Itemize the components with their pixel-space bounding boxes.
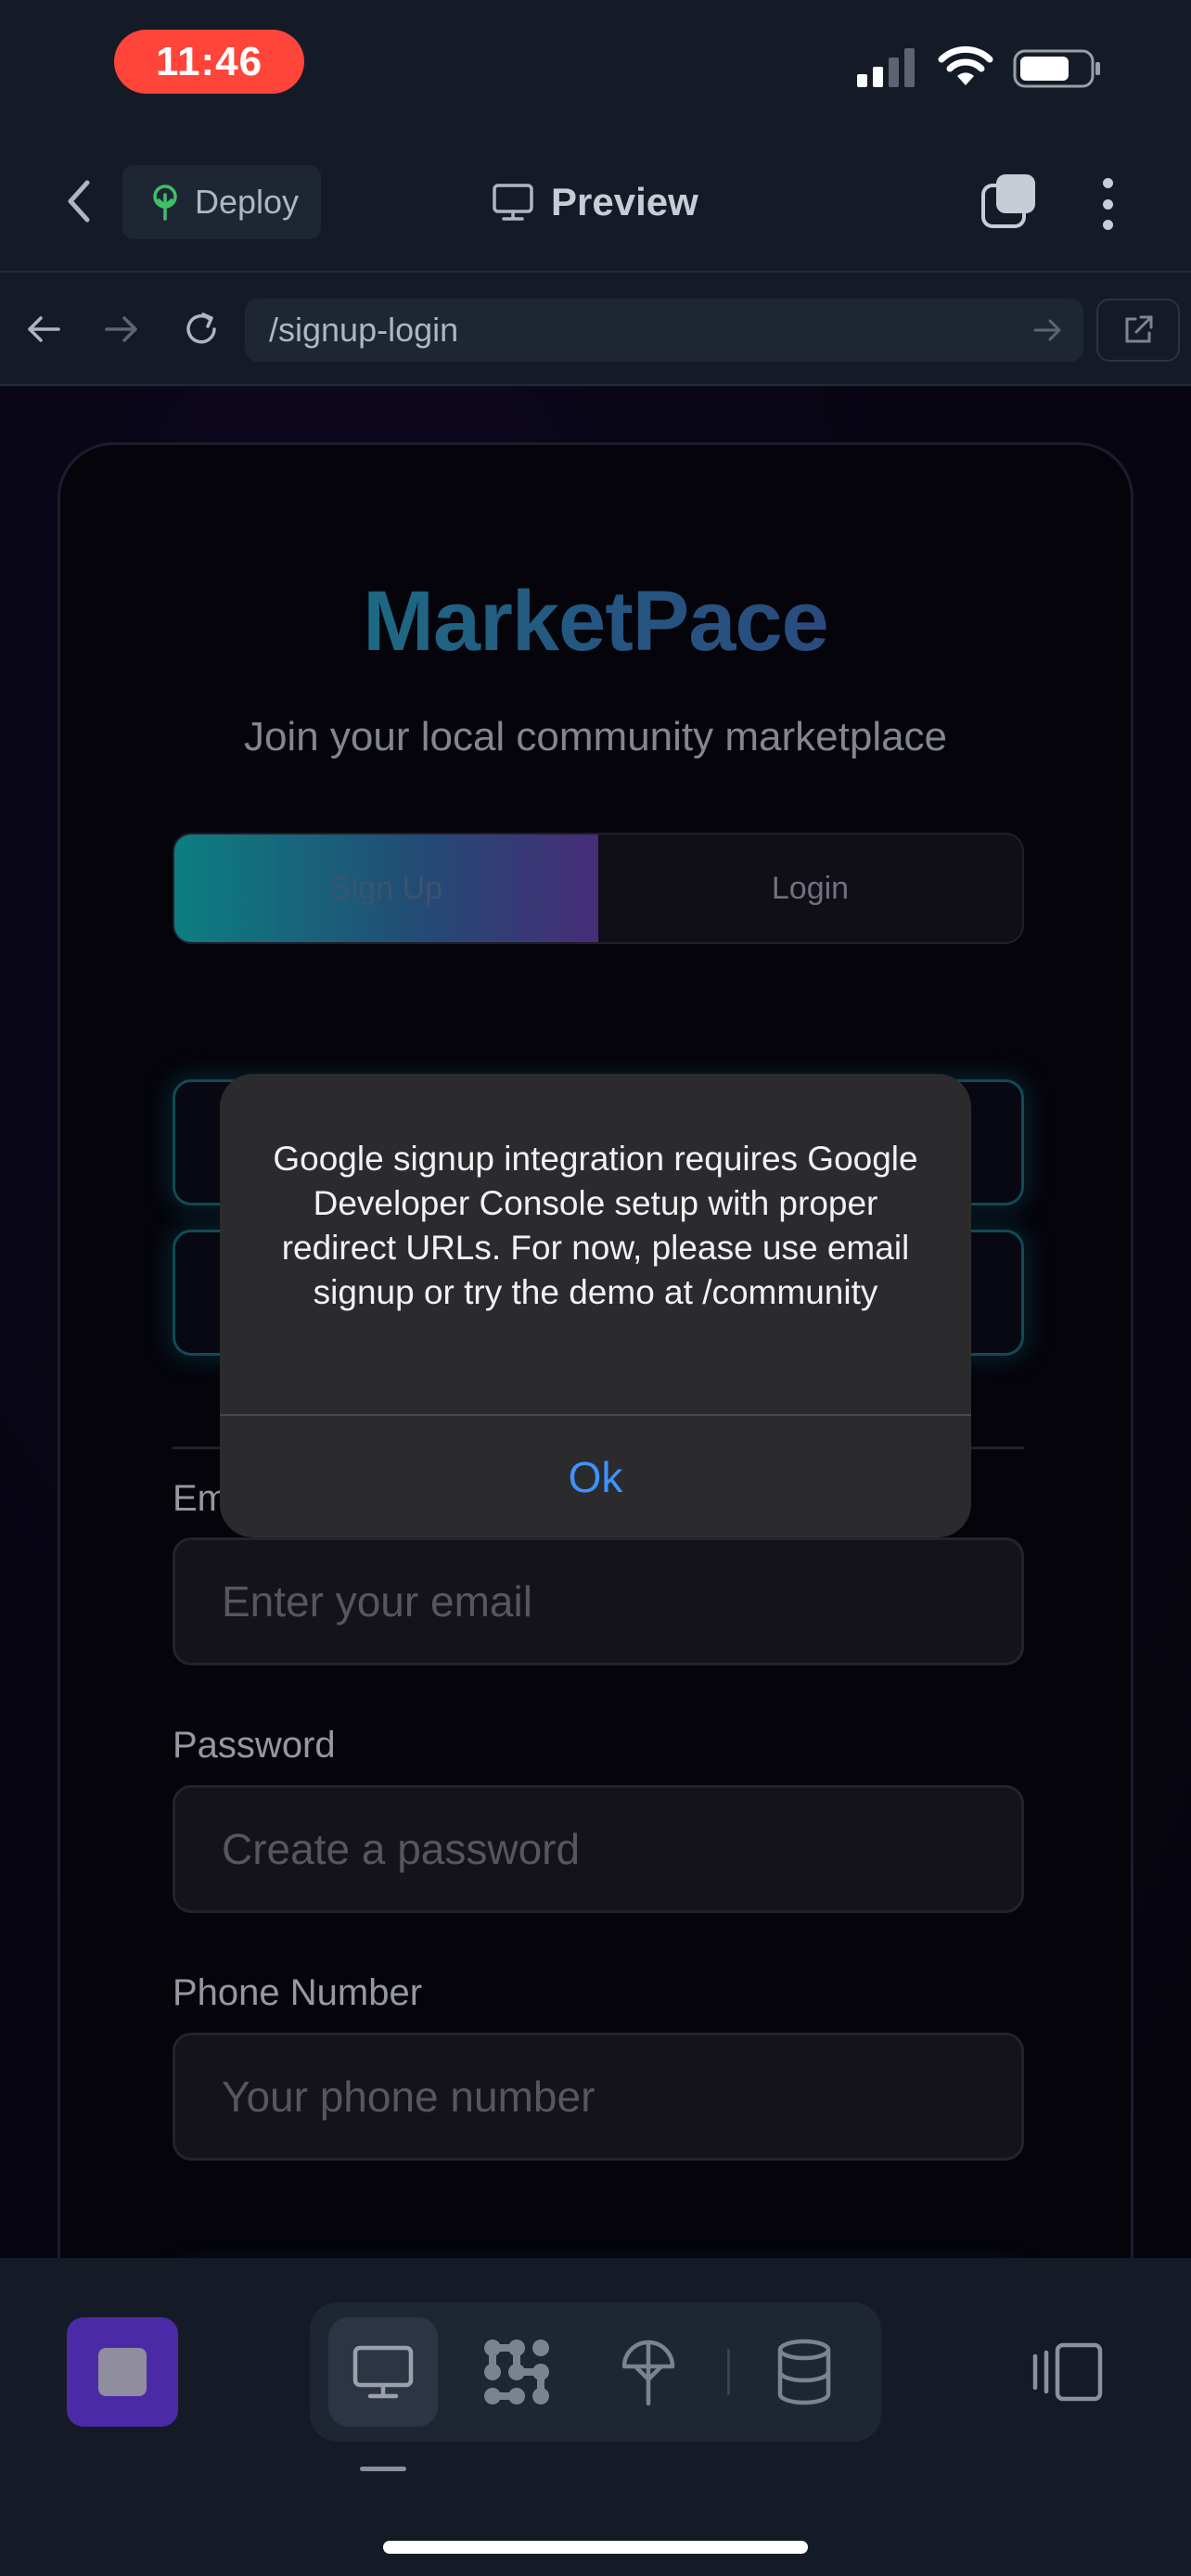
url-text: /signup-login	[269, 311, 459, 349]
active-tool-indicator	[360, 2467, 406, 2471]
arrow-left-icon	[28, 316, 60, 342]
alert-dialog: Google signup integration requires Googl…	[220, 1074, 971, 1537]
database-icon	[777, 2339, 831, 2405]
preview-title: Preview	[492, 172, 698, 232]
url-field[interactable]: /signup-login	[245, 299, 1083, 362]
browser-back-button[interactable]	[19, 304, 69, 354]
stop-button[interactable]	[67, 2317, 178, 2427]
arrow-right-icon	[105, 316, 137, 342]
bottom-toolbar	[0, 2258, 1191, 2576]
browser-reload-button[interactable]	[176, 304, 226, 354]
go-arrow-icon[interactable]	[1031, 313, 1065, 347]
panel-toggle-icon[interactable]	[1031, 2341, 1104, 2403]
wifi-icon	[938, 45, 993, 85]
more-dot-icon	[1102, 178, 1113, 188]
database-tool-button[interactable]	[749, 2317, 859, 2427]
workflow-icon	[484, 2340, 549, 2404]
more-dot-icon	[1102, 220, 1113, 230]
preview-tool-button[interactable]	[328, 2317, 438, 2427]
home-indicator	[383, 2541, 808, 2554]
more-options-button[interactable]	[1087, 174, 1128, 234]
back-button[interactable]	[54, 176, 104, 226]
browser-forward-button[interactable]	[96, 304, 147, 354]
external-link-icon	[1125, 315, 1153, 343]
deploy-tree-icon	[153, 185, 177, 221]
workflow-tool-button[interactable]	[462, 2317, 571, 2427]
reload-icon	[186, 312, 216, 344]
chevron-left-icon	[68, 180, 90, 223]
stop-icon	[98, 2348, 147, 2396]
tabs-icon[interactable]	[980, 172, 1039, 232]
preview-title-text: Preview	[551, 180, 698, 223]
status-bar: 11:46	[0, 0, 1191, 130]
browser-nav-bar: /signup-login	[0, 273, 1191, 386]
alert-message: Google signup integration requires Googl…	[273, 1140, 918, 1311]
cellular-signal-icon	[857, 48, 915, 87]
status-time: 11:46	[114, 30, 304, 94]
deployments-tool-button[interactable]	[594, 2317, 703, 2427]
deploy-button[interactable]: Deploy	[122, 165, 321, 239]
open-external-button[interactable]	[1096, 299, 1180, 362]
deployments-icon	[621, 2340, 675, 2406]
battery-icon	[1013, 49, 1100, 88]
preview-icon	[352, 2345, 414, 2399]
monitor-icon	[493, 184, 533, 221]
more-dot-icon	[1102, 198, 1113, 210]
app-header: Deploy Preview	[0, 130, 1191, 273]
tool-group	[310, 2302, 881, 2442]
tool-separator	[727, 2349, 730, 2395]
alert-ok-button[interactable]: Ok	[220, 1416, 971, 1537]
deploy-label: Deploy	[195, 183, 300, 221]
